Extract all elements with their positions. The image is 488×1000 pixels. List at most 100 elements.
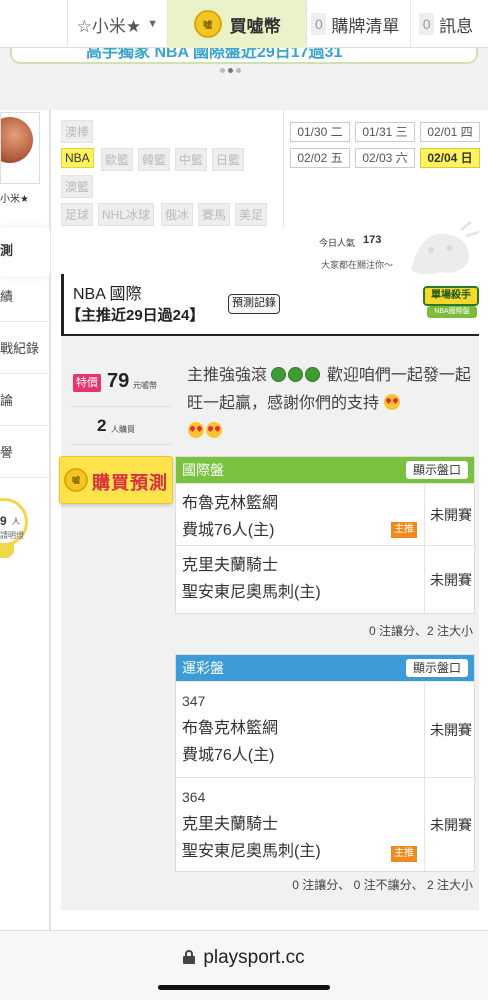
buy-prediction-label: 購買預測: [92, 473, 168, 493]
message-count-badge: 0: [419, 13, 435, 35]
league-tag[interactable]: 韓籃: [138, 148, 171, 171]
green-circle-icon: [288, 367, 304, 382]
table-header: 運彩盤 顯示盤口: [176, 655, 474, 681]
comment-part1: 主推強強滾: [187, 367, 268, 384]
coin-icon: 噓: [193, 10, 222, 38]
league-tag[interactable]: 美足: [235, 203, 268, 226]
league-tag[interactable]: 日籃: [212, 148, 245, 171]
lock-icon: [183, 950, 196, 964]
match-status: 未開賽: [430, 721, 472, 738]
match-teams: 布魯克林籃網 費城76人(主): [176, 484, 425, 545]
green-circle-icon: [271, 367, 287, 382]
user-name: ☆小米★: [76, 16, 142, 36]
price-unit: 元噓幣: [133, 381, 157, 390]
intl-summary: 0 注讓分、2 注大小: [368, 624, 473, 638]
league-tag[interactable]: 澳籃: [61, 175, 94, 198]
sidebar-item[interactable]: 譽: [0, 426, 50, 478]
game-number: 347: [182, 693, 206, 709]
league-tag[interactable]: 歐籃: [101, 148, 134, 171]
prediction-comment: 主推強強滾 歡迎咱們一起發一起旺一起贏，感謝你們的支持: [187, 362, 477, 446]
sidebar-item[interactable]: 績: [0, 270, 50, 322]
cart-link[interactable]: 0 購牌清單: [306, 0, 410, 48]
cart-count-badge: 0: [311, 13, 327, 35]
prediction-record-button[interactable]: 預測記錄: [228, 294, 280, 314]
carousel-dot[interactable]: [220, 68, 225, 73]
league-tag-active[interactable]: NBA: [61, 148, 94, 168]
team-home: 聖安東尼奧馬刺(主): [182, 584, 321, 601]
team-away: 克里夫蘭騎士: [182, 816, 279, 833]
home-indicator[interactable]: [158, 985, 330, 990]
lightbulb-count: 9: [0, 514, 7, 528]
team-home: 費城76人(主): [182, 747, 275, 764]
divider: [71, 406, 171, 407]
carousel-dot[interactable]: [236, 68, 241, 73]
table-row: 布魯克林籃網 費城76人(主) 主推 未開賽: [176, 483, 474, 545]
buy-coin-button[interactable]: 噓 買噓幣: [166, 0, 307, 48]
table-row: 克里夫蘭騎士 聖安東尼奧馬刺(主) 未開賽: [176, 545, 474, 613]
league-tag[interactable]: 足球: [61, 203, 94, 226]
sidebar-user-name: 小米★: [0, 194, 29, 205]
promo-banner[interactable]: 高手獨家 NBA 國際盤近29日17過31: [10, 48, 478, 64]
lottery-summary: 0 注讓分、 0 注不讓分、 2 注大小: [292, 878, 473, 892]
date-selector: 01/30 二 01/31 三 02/01 四 02/02 五 02/03 六 …: [283, 110, 488, 228]
user-menu[interactable]: ☆小米★ ▼: [67, 0, 167, 48]
address-bar[interactable]: playsport.cc: [0, 947, 488, 969]
league-tag[interactable]: 中籃: [175, 148, 208, 171]
date-button[interactable]: 02/01 四: [420, 122, 480, 142]
heart-eyes-emoji-icon: [206, 422, 222, 438]
main-pick-tag: 主推: [391, 846, 417, 862]
table-title: 運彩盤: [182, 660, 224, 676]
lottery-odds-table: 運彩盤 顯示盤口 347 布魯克林籃網 費城76人(主) 未開賽 364 克里夫…: [175, 654, 475, 872]
team-away: 布魯克林籃網: [182, 495, 279, 512]
date-button[interactable]: 01/30 二: [290, 122, 350, 142]
buy-prediction-button[interactable]: 噓 購買預測: [59, 456, 173, 504]
carousel-dot-active[interactable]: [228, 68, 233, 73]
league-tag[interactable]: 俄冰: [161, 203, 194, 226]
date-button[interactable]: 01/31 三: [355, 122, 415, 142]
lightbulb-unit: 人: [12, 517, 20, 526]
league-tag[interactable]: 澳棒: [61, 120, 94, 143]
team-away: 布魯克林籃網: [182, 720, 279, 737]
buy-coin-label: 買噓幣: [229, 16, 281, 36]
show-odds-button[interactable]: 顯示盤口: [406, 659, 468, 677]
mascot-watermark-icon: [411, 220, 480, 275]
browser-bottom-bar: playsport.cc: [0, 930, 488, 1000]
date-button-active[interactable]: 02/04 日: [420, 148, 480, 168]
team-home: 費城76人(主): [182, 522, 275, 539]
league-tag[interactable]: 賽馬: [198, 203, 231, 226]
avatar[interactable]: [0, 112, 40, 184]
sidebar-item[interactable]: 戰紀錄: [0, 322, 50, 374]
top-nav: ☆小米★ ▼ 噓 買噓幣 0 購牌清單 0 訊息: [0, 0, 488, 48]
sidebar: 小米★ 測 績 戰紀錄 論 譽 9 人 請明燈: [0, 110, 50, 930]
url-text: playsport.cc: [203, 947, 305, 968]
main-pick-tag: 主推: [391, 522, 417, 538]
table-header: 國際盤 顯示盤口: [176, 457, 474, 483]
date-button[interactable]: 02/03 六: [355, 148, 415, 168]
match-teams: 克里夫蘭騎士 聖安東尼奧馬刺(主): [176, 546, 425, 613]
date-button[interactable]: 02/02 五: [290, 148, 350, 168]
buyers-unit: 人購買: [111, 425, 135, 434]
show-odds-button[interactable]: 顯示盤口: [406, 461, 468, 479]
chevron-down-icon: ▼: [147, 18, 159, 30]
coin-icon: 噓: [64, 468, 88, 492]
league-tag[interactable]: NHL冰球: [98, 203, 155, 226]
messages-link[interactable]: 0 訊息: [410, 0, 488, 48]
sidebar-item[interactable]: 論: [0, 374, 50, 426]
table-row: 364 克里夫蘭騎士 聖安東尼奧馬刺(主) 主推 未開賽: [176, 777, 474, 871]
match-teams: 347 布魯克林籃網 費城76人(主): [176, 682, 425, 777]
league-subtitle: 【主推近29日過24】: [66, 307, 205, 324]
price-value: 79: [107, 370, 130, 392]
team-away: 克里夫蘭騎士: [182, 557, 279, 574]
popularity-label: 今日人氣: [319, 238, 356, 248]
match-status: 未開賽: [430, 506, 472, 523]
heart-eyes-emoji-icon: [384, 394, 401, 410]
international-odds-table: 國際盤 顯示盤口 布魯克林籃網 費城76人(主) 主推 未開賽 克里夫蘭騎士 聖…: [175, 456, 475, 614]
prediction-content: 特價 79 元噓幣 2 人購買 主推強強滾 歡迎咱們一起發一起旺一起贏，感謝你們…: [59, 336, 479, 910]
banner-text: 高手獨家 NBA 國際盤近29日17過31: [86, 48, 343, 61]
match-status: 未開賽: [430, 816, 472, 833]
match-teams: 364 克里夫蘭騎士 聖安東尼奧馬刺(主): [176, 778, 425, 871]
team-home: 聖安東尼奧馬刺(主): [182, 843, 321, 860]
messages-label: 訊息: [439, 16, 474, 36]
sidebar-tab-active[interactable]: 測: [0, 228, 50, 276]
heart-eyes-emoji-icon: [188, 422, 204, 438]
